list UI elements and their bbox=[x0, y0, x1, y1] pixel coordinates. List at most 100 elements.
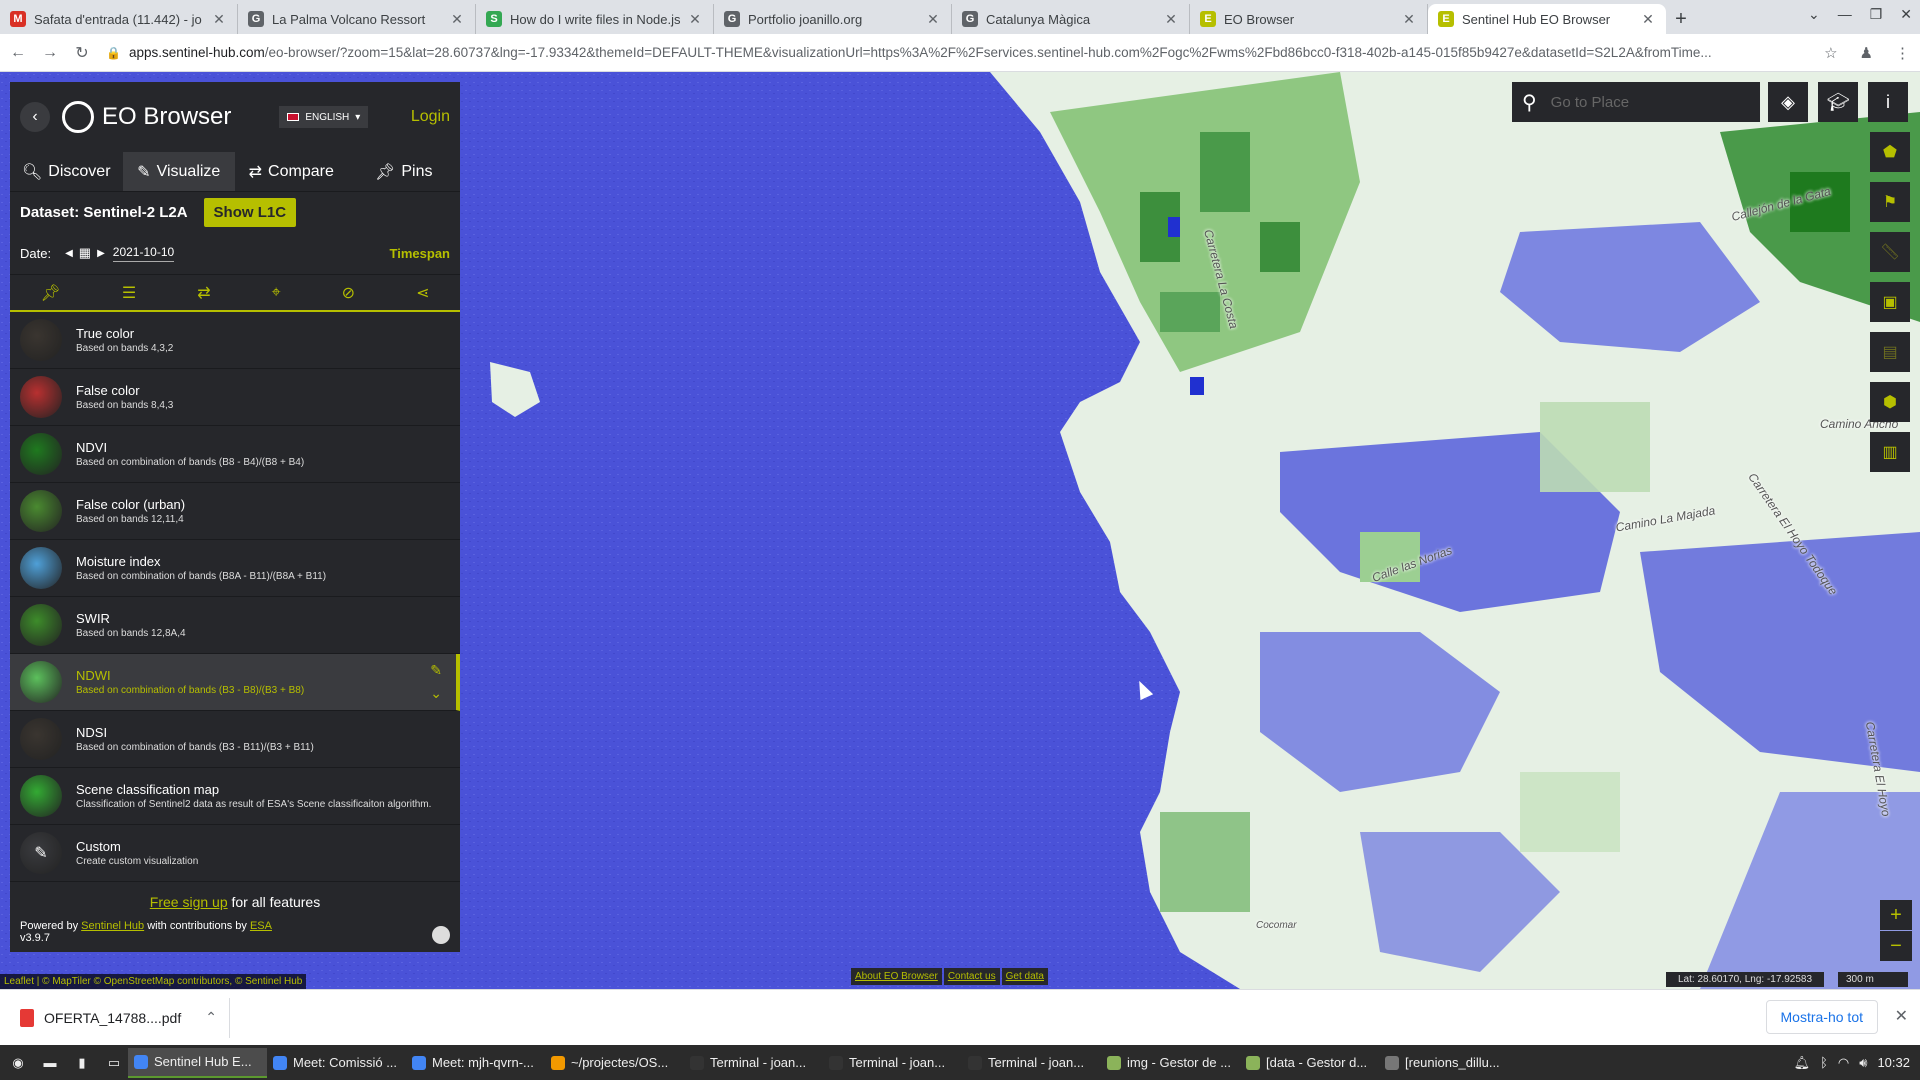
reload-icon[interactable]: ↻ bbox=[68, 43, 96, 63]
taskbar-window[interactable]: Terminal - joan... bbox=[684, 1048, 823, 1078]
get-data-link[interactable]: Get data bbox=[1001, 968, 1048, 985]
taskbar-window[interactable]: Meet: mjh-qvrn-... bbox=[406, 1048, 545, 1078]
close-window-button[interactable]: ✕ bbox=[1900, 6, 1912, 23]
close-icon[interactable]: ✕ bbox=[1895, 1006, 1908, 1026]
close-tab-icon[interactable]: ✕ bbox=[1163, 11, 1179, 28]
hide-icon[interactable]: ⊘ bbox=[342, 283, 355, 303]
browser-tab[interactable]: E Sentinel Hub EO Browser ✕ bbox=[1428, 4, 1666, 34]
maximize-button[interactable]: ❐ bbox=[1870, 6, 1883, 23]
show-l1c-button[interactable]: Show L1C bbox=[203, 197, 297, 227]
3d-button[interactable]: ⬢ bbox=[1870, 382, 1910, 422]
layer-item[interactable]: Scene classification map Classification o… bbox=[10, 768, 460, 825]
show-all-downloads-button[interactable]: Mostra-ho tot bbox=[1765, 1000, 1878, 1034]
folder-launcher-icon[interactable]: ▭ bbox=[100, 1049, 128, 1077]
download-item[interactable]: OFERTA_14788....pdf ⌃ bbox=[20, 997, 230, 1038]
layer-item[interactable]: NDVI Based on combination of bands (B8 - … bbox=[10, 426, 460, 483]
minimize-button[interactable]: — bbox=[1838, 6, 1852, 23]
taskbar-window[interactable]: Terminal - joan... bbox=[823, 1048, 962, 1078]
volume-icon[interactable]: 🔊︎ bbox=[1859, 1055, 1867, 1071]
extension-icon[interactable]: ♟ bbox=[1860, 44, 1873, 62]
place-marker-button[interactable]: ⚑ bbox=[1870, 182, 1910, 222]
collapse-panel-button[interactable]: ‹ bbox=[20, 102, 50, 132]
close-tab-icon[interactable]: ✕ bbox=[1401, 11, 1417, 28]
browser-tab[interactable]: G La Palma Volcano Ressort ✕ bbox=[238, 4, 476, 34]
taskbar-window[interactable]: Terminal - joan... bbox=[962, 1048, 1101, 1078]
layer-item[interactable]: True color Based on bands 4,3,2 bbox=[10, 312, 460, 369]
taskbar-window[interactable]: img - Gestor de ... bbox=[1101, 1048, 1240, 1078]
browser-tab[interactable]: G Catalunya Màgica ✕ bbox=[952, 4, 1190, 34]
timespan-toggle[interactable]: Timespan bbox=[390, 246, 450, 261]
signup-link[interactable]: Free sign up bbox=[150, 894, 228, 910]
pin-icon[interactable]: 📌︎ bbox=[41, 283, 61, 303]
statistics-button[interactable]: ▥ bbox=[1870, 432, 1910, 472]
timelapse-button[interactable]: ▤ bbox=[1870, 332, 1910, 372]
taskbar-window[interactable]: Sentinel Hub E... bbox=[128, 1047, 267, 1078]
back-arrow-icon[interactable]: ← bbox=[4, 44, 32, 62]
layer-item[interactable]: ✎ Custom Create custom visualization bbox=[10, 825, 460, 882]
wifi-icon[interactable]: ◠ bbox=[1838, 1055, 1849, 1071]
new-tab-button[interactable]: + bbox=[1666, 4, 1696, 34]
zoom-out-button[interactable]: − bbox=[1880, 931, 1912, 961]
share-icon[interactable]: ⋖ bbox=[416, 283, 429, 303]
chevron-up-icon[interactable]: ⌃ bbox=[205, 1009, 217, 1026]
close-tab-icon[interactable]: ✕ bbox=[1640, 11, 1656, 28]
measure-button[interactable]: 📏︎ bbox=[1870, 232, 1910, 272]
tab-search-icon[interactable]: ⌄ bbox=[1808, 6, 1820, 23]
taskbar-window[interactable]: [data - Gestor d... bbox=[1240, 1048, 1379, 1078]
place-search-input[interactable]: Go to Place bbox=[1551, 94, 1629, 111]
file-manager-launcher-icon[interactable]: ▬ bbox=[36, 1049, 64, 1077]
browser-tab[interactable]: G Portfolio joanillo.org ✕ bbox=[714, 4, 952, 34]
tab-compare[interactable]: ⇄ Compare bbox=[235, 152, 348, 191]
contact-link[interactable]: Contact us bbox=[943, 968, 1000, 985]
close-tab-icon[interactable]: ✕ bbox=[925, 11, 941, 28]
date-input[interactable]: 2021-10-10 bbox=[112, 245, 175, 262]
browser-tab[interactable]: E EO Browser ✕ bbox=[1190, 4, 1428, 34]
prev-date-icon[interactable]: ◀ bbox=[65, 248, 73, 259]
tutorial-button[interactable]: 🎓︎ bbox=[1818, 82, 1858, 122]
sliders-icon[interactable]: ☰ bbox=[122, 283, 136, 303]
compare-icon[interactable]: ⇄ bbox=[197, 283, 210, 303]
zoom-in-button[interactable]: + bbox=[1880, 900, 1912, 930]
crosshair-icon[interactable]: ⌖ bbox=[272, 284, 281, 302]
tab-pins[interactable]: 📌︎ Pins bbox=[348, 152, 461, 191]
layer-item[interactable]: False color Based on bands 8,4,3 bbox=[10, 369, 460, 426]
browser-tab[interactable]: M Safata d'entrada (11.442) - jo ✕ bbox=[0, 4, 238, 34]
address-bar[interactable]: 🔒 apps.sentinel-hub.com/eo-browser/?zoom… bbox=[106, 39, 1860, 67]
taskbar-window[interactable]: Meet: Comissió ... bbox=[267, 1048, 406, 1078]
calendar-icon[interactable]: ▦ bbox=[79, 245, 91, 261]
layer-description: Based on combination of bands (B3 - B8)/… bbox=[76, 685, 305, 696]
next-date-icon[interactable]: ▶ bbox=[97, 248, 105, 259]
terminal-launcher-icon[interactable]: ▮ bbox=[68, 1049, 96, 1077]
forward-arrow-icon[interactable]: → bbox=[36, 44, 64, 62]
download-image-button[interactable]: ▣ bbox=[1870, 282, 1910, 322]
layers-button[interactable]: ◈ bbox=[1768, 82, 1808, 122]
sentinel-hub-link[interactable]: Sentinel Hub bbox=[81, 920, 144, 932]
taskbar-window[interactable]: [reunions_dillu... bbox=[1379, 1048, 1518, 1078]
layer-item[interactable]: NDSI Based on combination of bands (B3 - … bbox=[10, 711, 460, 768]
bell-icon[interactable]: 🔔︎ bbox=[1794, 1055, 1811, 1071]
clock[interactable]: 10:32 bbox=[1877, 1055, 1910, 1070]
close-tab-icon[interactable]: ✕ bbox=[687, 11, 703, 28]
about-link[interactable]: About EO Browser bbox=[851, 968, 942, 985]
browser-tab[interactable]: S How do I write files in Node.js ✕ bbox=[476, 4, 714, 34]
info-button[interactable]: i bbox=[1868, 82, 1908, 122]
close-tab-icon[interactable]: ✕ bbox=[449, 11, 465, 28]
layer-item[interactable]: SWIR Based on bands 12,8A,4 bbox=[10, 597, 460, 654]
layer-item[interactable]: Moisture index Based on combination of ba… bbox=[10, 540, 460, 597]
tab-visualize[interactable]: ✎ Visualize bbox=[122, 152, 235, 191]
draw-polygon-button[interactable]: ⬟ bbox=[1870, 132, 1910, 172]
edit-icon[interactable]: ✎ bbox=[430, 662, 442, 679]
taskbar-window[interactable]: ~/projectes/OS... bbox=[545, 1048, 684, 1078]
expand-icon[interactable]: ⌄ bbox=[430, 685, 442, 702]
bluetooth-icon[interactable]: ᛒ bbox=[1820, 1055, 1828, 1070]
login-link[interactable]: Login bbox=[411, 108, 450, 126]
bookmark-star-icon[interactable]: ☆ bbox=[1824, 44, 1837, 62]
app-menu-icon[interactable]: ◉ bbox=[4, 1049, 32, 1077]
layer-item[interactable]: NDWI Based on combination of bands (B3 - … bbox=[10, 654, 460, 711]
esa-link[interactable]: ESA bbox=[250, 920, 272, 932]
layer-item[interactable]: False color (urban) Based on bands 12,11,… bbox=[10, 483, 460, 540]
close-tab-icon[interactable]: ✕ bbox=[211, 11, 227, 28]
menu-dots-icon[interactable]: ⋮ bbox=[1895, 44, 1910, 62]
tab-discover[interactable]: 🔍︎ Discover bbox=[10, 152, 123, 191]
language-select[interactable]: ENGLISH ▾ bbox=[279, 106, 369, 128]
